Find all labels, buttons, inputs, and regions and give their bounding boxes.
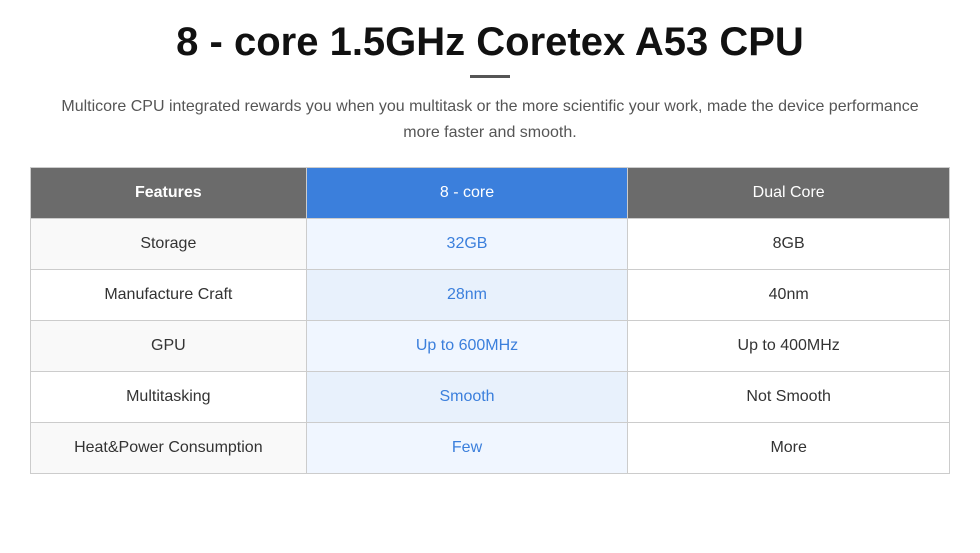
table-header-row: Features 8 - core Dual Core [31,168,950,219]
row-dualcore-value: 8GB [628,219,950,270]
header-features: Features [31,168,307,219]
row-feature-label: Storage [31,219,307,270]
page-container: 8 - core 1.5GHz Coretex A53 CPU Multicor… [0,0,980,553]
row-8core-value: 28nm [306,270,628,321]
comparison-table: Features 8 - core Dual Core Storage32GB8… [30,167,950,474]
row-dualcore-value: Up to 400MHz [628,321,950,372]
header-dualcore: Dual Core [628,168,950,219]
table-row: Storage32GB8GB [31,219,950,270]
row-8core-value: Smooth [306,372,628,423]
row-dualcore-value: More [628,423,950,474]
row-8core-value: Few [306,423,628,474]
title-divider [470,75,510,78]
table-row: Heat&Power ConsumptionFewMore [31,423,950,474]
table-row: Manufacture Craft28nm40nm [31,270,950,321]
subtitle: Multicore CPU integrated rewards you whe… [60,94,920,145]
row-feature-label: GPU [31,321,307,372]
row-8core-value: 32GB [306,219,628,270]
table-row: GPUUp to 600MHzUp to 400MHz [31,321,950,372]
header-8core: 8 - core [306,168,628,219]
main-title: 8 - core 1.5GHz Coretex A53 CPU [176,20,804,65]
row-8core-value: Up to 600MHz [306,321,628,372]
table-row: MultitaskingSmoothNot Smooth [31,372,950,423]
row-feature-label: Multitasking [31,372,307,423]
row-feature-label: Manufacture Craft [31,270,307,321]
row-feature-label: Heat&Power Consumption [31,423,307,474]
row-dualcore-value: 40nm [628,270,950,321]
row-dualcore-value: Not Smooth [628,372,950,423]
